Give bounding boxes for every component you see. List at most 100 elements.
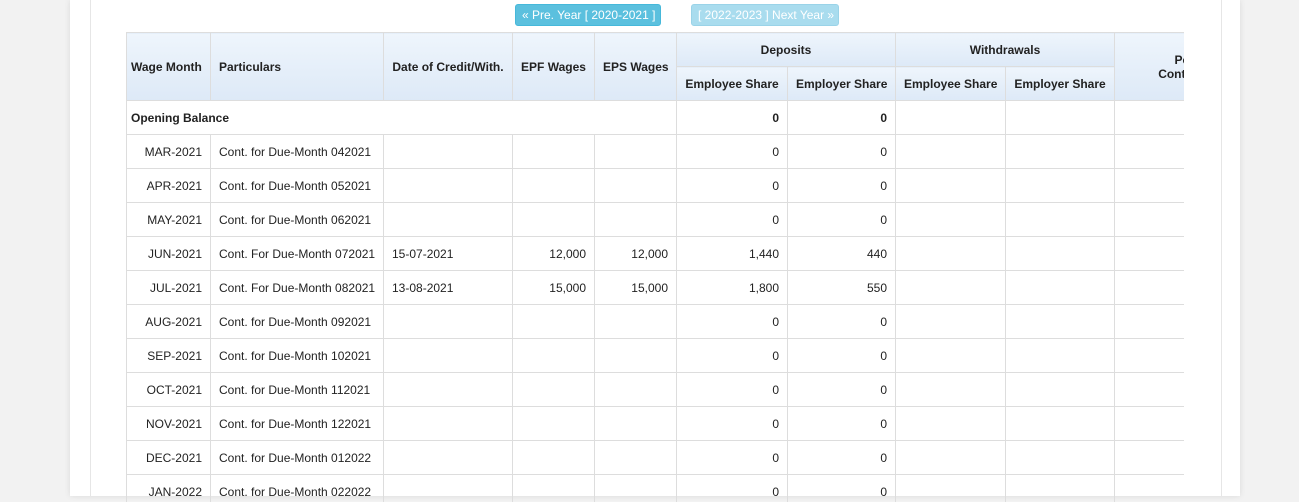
- cell-eps-wages: [595, 135, 677, 169]
- col-header-deposit-employee-share: Employee Share: [677, 67, 788, 101]
- table-row: APR-2021Cont. for Due-Month 05202100: [127, 169, 1185, 203]
- table-row: NOV-2021Cont. for Due-Month 12202100: [127, 407, 1185, 441]
- cell-withdrawal-employer-share: [1006, 373, 1115, 407]
- table-row: JUL-2021Cont. For Due-Month 08202113-08-…: [127, 271, 1185, 305]
- cell-withdrawal-employee-share: [896, 305, 1006, 339]
- col-header-wage-month: Wage Month: [127, 33, 211, 101]
- cell-deposit-employer-share: 0: [788, 407, 896, 441]
- table-row: JUN-2021Cont. For Due-Month 07202115-07-…: [127, 237, 1185, 271]
- cell-deposit-employer-share: 0: [788, 339, 896, 373]
- cell-withdrawal-employee-share: [896, 475, 1006, 502]
- cell-epf-wages: [513, 373, 595, 407]
- previous-year-button[interactable]: « Pre. Year [ 2020-2021 ]: [515, 4, 661, 26]
- cell-pension: [1115, 441, 1184, 475]
- cell-epf-wages: [513, 407, 595, 441]
- cell-deposit-employee-share: 0: [677, 203, 788, 237]
- cell-deposit-employee-share: 1,440: [677, 237, 788, 271]
- cell-epf-wages: [513, 305, 595, 339]
- cell-pension: [1115, 203, 1184, 237]
- cell-withdrawal-employer-share: [1006, 203, 1115, 237]
- opening-deposit-employee-share: 0: [677, 101, 788, 135]
- table-header: Wage Month Particulars Date of Credit/Wi…: [127, 33, 1185, 101]
- pension-header-line1: Pensi: [1175, 53, 1185, 67]
- cell-wage-month: APR-2021: [127, 169, 211, 203]
- cell-deposit-employer-share: 0: [788, 441, 896, 475]
- cell-wage-month: SEP-2021: [127, 339, 211, 373]
- opening-withdrawal-employer-share: [1006, 101, 1115, 135]
- cell-eps-wages: [595, 305, 677, 339]
- cell-deposit-employer-share: 0: [788, 373, 896, 407]
- passbook-table-viewport[interactable]: Wage Month Particulars Date of Credit/Wi…: [126, 32, 1184, 502]
- passbook-panel: « Pre. Year [ 2020-2021 ] [ 2022-2023 ] …: [90, 0, 1222, 496]
- cell-epf-wages: [513, 475, 595, 502]
- cell-deposit-employee-share: 0: [677, 373, 788, 407]
- cell-epf-wages: [513, 339, 595, 373]
- cell-particulars: Cont. For Due-Month 072021: [211, 237, 384, 271]
- page-container: « Pre. Year [ 2020-2021 ] [ 2022-2023 ] …: [70, 0, 1240, 496]
- col-header-deposits: Deposits: [677, 33, 896, 67]
- cell-withdrawal-employee-share: [896, 237, 1006, 271]
- col-header-withdrawals: Withdrawals: [896, 33, 1115, 67]
- cell-particulars: Cont. for Due-Month 062021: [211, 203, 384, 237]
- cell-deposit-employee-share: 0: [677, 475, 788, 502]
- cell-epf-wages: 15,000: [513, 271, 595, 305]
- cell-deposit-employer-share: 0: [788, 475, 896, 502]
- cell-deposit-employer-share: 550: [788, 271, 896, 305]
- cell-eps-wages: 12,000: [595, 237, 677, 271]
- table-row: MAR-2021Cont. for Due-Month 04202100: [127, 135, 1185, 169]
- cell-withdrawal-employer-share: [1006, 135, 1115, 169]
- cell-wage-month: OCT-2021: [127, 373, 211, 407]
- cell-pension: 1,2: [1115, 271, 1184, 305]
- cell-deposit-employer-share: 0: [788, 169, 896, 203]
- cell-date-credit: [384, 339, 513, 373]
- cell-deposit-employer-share: 0: [788, 305, 896, 339]
- cell-deposit-employee-share: 0: [677, 339, 788, 373]
- cell-eps-wages: [595, 339, 677, 373]
- cell-date-credit: [384, 475, 513, 502]
- cell-pension: [1115, 135, 1184, 169]
- cell-eps-wages: 15,000: [595, 271, 677, 305]
- cell-eps-wages: [595, 407, 677, 441]
- cell-particulars: Cont. For Due-Month 082021: [211, 271, 384, 305]
- cell-date-credit: [384, 407, 513, 441]
- cell-eps-wages: [595, 203, 677, 237]
- col-header-epf-wages: EPF Wages: [513, 33, 595, 101]
- table-body: Opening Balance 0 0 MAR-2021Cont. for Du…: [127, 101, 1185, 502]
- next-year-button[interactable]: [ 2022-2023 ] Next Year »: [691, 4, 839, 26]
- table-row: SEP-2021Cont. for Due-Month 102021 00: [127, 339, 1185, 373]
- cell-withdrawal-employer-share: [1006, 169, 1115, 203]
- cell-particulars: Cont. for Due-Month 092021: [211, 305, 384, 339]
- cell-withdrawal-employee-share: [896, 203, 1006, 237]
- cell-deposit-employee-share: 0: [677, 305, 788, 339]
- cell-wage-month: JUN-2021: [127, 237, 211, 271]
- cell-pension: [1115, 339, 1184, 373]
- cell-withdrawal-employer-share: [1006, 339, 1115, 373]
- cell-wage-month: MAR-2021: [127, 135, 211, 169]
- cell-deposit-employer-share: 0: [788, 135, 896, 169]
- table-row: MAY-2021Cont. for Due-Month 06202100: [127, 203, 1185, 237]
- table-row: AUG-2021Cont. for Due-Month 09202100: [127, 305, 1185, 339]
- cell-particulars: Cont. for Due-Month 122021: [211, 407, 384, 441]
- cell-deposit-employee-share: 1,800: [677, 271, 788, 305]
- opening-balance-label: Opening Balance: [127, 101, 677, 135]
- passbook-table: Wage Month Particulars Date of Credit/Wi…: [126, 32, 1184, 502]
- cell-epf-wages: [513, 441, 595, 475]
- cell-particulars: Cont. for Due-Month 102021: [211, 339, 384, 373]
- cell-deposit-employee-share: 0: [677, 441, 788, 475]
- cell-date-credit: [384, 305, 513, 339]
- cell-date-credit: [384, 373, 513, 407]
- cell-deposit-employee-share: 0: [677, 135, 788, 169]
- cell-deposit-employer-share: 440: [788, 237, 896, 271]
- cell-particulars: Cont. for Due-Month 052021: [211, 169, 384, 203]
- cell-epf-wages: [513, 203, 595, 237]
- cell-eps-wages: [595, 475, 677, 502]
- cell-deposit-employer-share: 0: [788, 203, 896, 237]
- col-header-pension-contribution: PensiContributio: [1115, 33, 1184, 101]
- cell-withdrawal-employer-share: [1006, 475, 1115, 502]
- opening-balance-row: Opening Balance 0 0: [127, 101, 1185, 135]
- cell-particulars: Cont. for Due-Month 112021: [211, 373, 384, 407]
- cell-pension: [1115, 169, 1184, 203]
- cell-withdrawal-employer-share: [1006, 305, 1115, 339]
- cell-pension: [1115, 373, 1184, 407]
- cell-withdrawal-employee-share: [896, 135, 1006, 169]
